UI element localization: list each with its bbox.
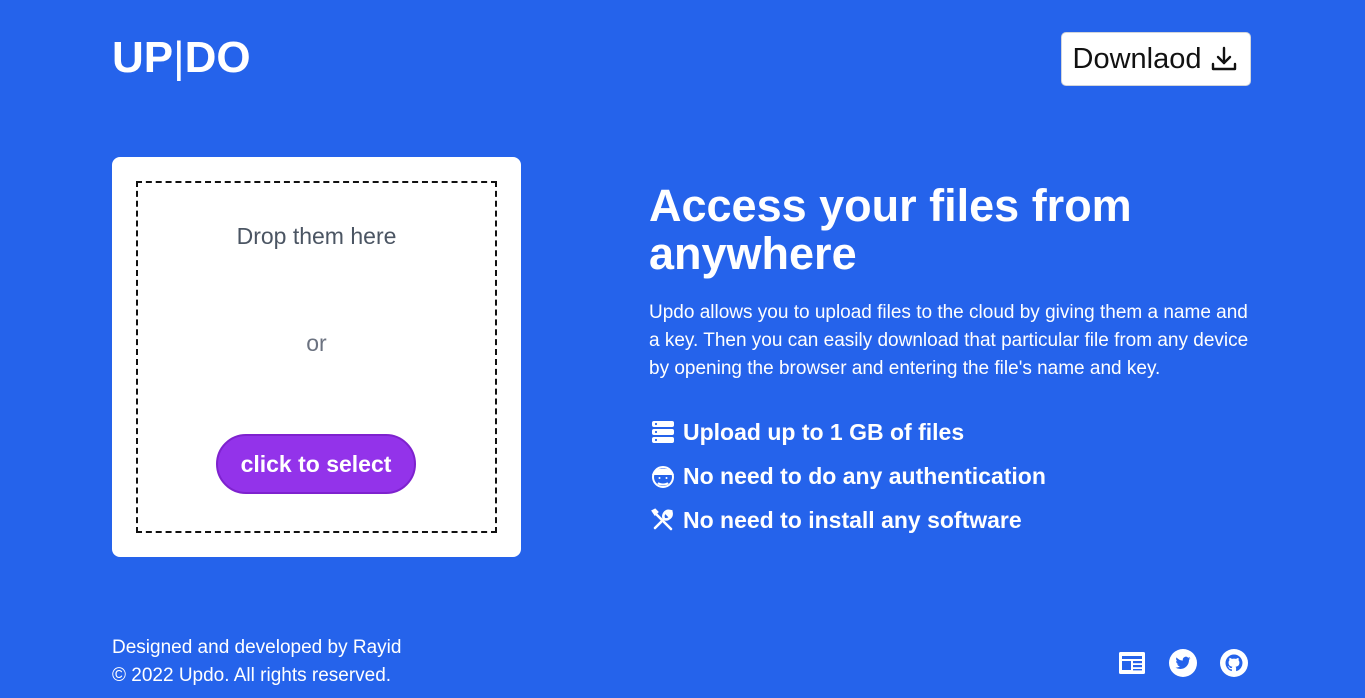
feature-text: No need to do any authentication — [683, 462, 1046, 489]
user-icon — [649, 462, 677, 490]
newspaper-icon[interactable] — [1117, 648, 1147, 678]
logo-separator: | — [173, 33, 185, 82]
feature-list: Upload up to 1 GB of files No need to do… — [649, 410, 1046, 542]
tools-icon — [649, 506, 677, 534]
feature-item: Upload up to 1 GB of files — [649, 410, 1046, 454]
server-icon — [649, 418, 677, 446]
footer-credit: Designed and developed by Rayid — [112, 637, 402, 658]
footer-text: Designed and developed by Rayid © 2022 U… — [112, 634, 401, 690]
feature-item: No need to do any authentication — [649, 454, 1046, 498]
hero-title: Access your files from anywhere — [649, 180, 1132, 279]
github-icon[interactable] — [1219, 648, 1249, 678]
footer-copyright: © 2022 Updo. All rights reserved. — [112, 665, 392, 686]
dropzone[interactable]: Drop them here or click to select — [136, 181, 497, 533]
download-button[interactable]: Downlaod — [1061, 32, 1251, 86]
logo-up: UP — [112, 33, 174, 82]
logo-do: DO — [184, 33, 251, 82]
twitter-icon[interactable] — [1168, 648, 1198, 678]
upload-card: Drop them here or click to select — [112, 157, 521, 557]
select-file-button[interactable]: click to select — [216, 434, 416, 494]
feature-item: No need to install any software — [649, 498, 1046, 542]
download-button-label: Downlaod — [1072, 42, 1202, 75]
feature-text: No need to install any software — [683, 506, 1022, 533]
drop-text: Drop them here — [236, 223, 397, 249]
hero-description: Updo allows you to upload files to the c… — [649, 302, 1249, 379]
logo: UP|DO — [112, 33, 251, 83]
download-icon — [1212, 46, 1237, 71]
social-links — [1117, 648, 1249, 678]
feature-text: Upload up to 1 GB of files — [683, 418, 965, 445]
or-text: or — [306, 330, 327, 356]
